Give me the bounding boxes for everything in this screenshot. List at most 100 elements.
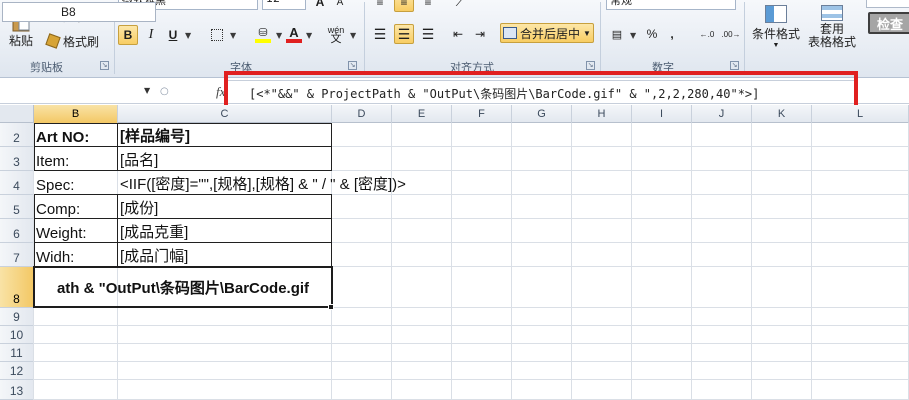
row-header-5[interactable]: 5 [0,195,34,219]
borders-button[interactable] [206,25,228,45]
conditional-format-button[interactable]: 条件格式 ▼ [748,0,804,50]
cell-b6[interactable]: Weight: [34,219,117,242]
bottom-align-button[interactable]: ≡ [418,0,438,12]
number-format-combo[interactable]: 常规 [606,0,736,10]
row-header-9[interactable]: 9 [0,308,34,326]
column-header-l[interactable]: L [812,105,909,123]
accounting-format-button[interactable]: ▤ [606,24,628,44]
row-header-6[interactable]: 6 [0,219,34,243]
column-header-g[interactable]: G [512,105,572,123]
column-header-k[interactable]: K [752,105,812,123]
row-header-13[interactable]: 13 [0,380,34,400]
cell-b5[interactable]: Comp: [34,195,117,218]
merge-dropdown-icon: ▼ [583,28,591,38]
column-header-i[interactable]: I [632,105,692,123]
row-header-3[interactable]: 3 [0,147,34,171]
accounting-dropdown-icon[interactable]: ▼ [630,31,636,40]
decrease-decimal-button[interactable]: .00→ [720,24,742,44]
column-header-e[interactable]: E [392,105,452,123]
font-color-dropdown-icon[interactable]: ▼ [306,31,312,40]
italic-button[interactable]: I [142,25,160,45]
select-all-corner[interactable] [0,105,34,123]
font-size-combo[interactable]: 12 [262,0,306,10]
decrease-indent-button[interactable]: ⇤ [448,24,468,44]
orientation-icon: ⟋ [455,0,465,9]
formula-input[interactable]: [<*"&&" & ProjectPath & "OutPut\条码图片\Bar… [226,80,856,104]
phonetic-button[interactable]: wén 文 [324,25,348,45]
orientation-button[interactable]: ⟋ [448,0,472,12]
conditional-format-label: 条件格式 [751,27,800,41]
cell-b4[interactable]: Spec: [34,171,117,194]
insert-function-icon[interactable]: fx [216,84,225,100]
increase-decimal-button[interactable]: ←.0 [696,24,718,44]
borders-dropdown-icon[interactable]: ▼ [230,31,236,40]
cell-c6[interactable]: [成品克重] [118,219,332,242]
align-right-icon: ☰ [421,25,435,42]
column-header-h[interactable]: H [572,105,632,123]
grid-col-line [511,123,512,400]
cell-b2[interactable]: Art NO: [34,123,117,146]
format-painter-button[interactable]: 格式刷 [45,31,108,51]
name-box-dropdown-icon[interactable]: ▼ [144,86,150,95]
row-header-10[interactable]: 10 [0,326,34,344]
column-header-c[interactable]: C [118,105,332,123]
cell-b3[interactable]: Item: [34,147,117,170]
top-align-button[interactable]: ≡ [370,0,390,12]
check-cell-label: 检查 [876,16,903,32]
font-color-button[interactable]: A [284,25,304,45]
align-middle-icon: ≡ [400,0,408,9]
phonetic-char-icon: 文 [330,33,342,45]
grow-font-button[interactable]: A [312,0,328,12]
row-header-11[interactable]: 11 [0,344,34,362]
align-left-button[interactable]: ☰ [370,24,390,44]
font-launcher-icon[interactable]: ↘ [348,61,357,70]
row-header-4[interactable]: 4 [0,171,34,195]
underline-dropdown-icon[interactable]: ▼ [185,31,191,40]
clipboard-launcher-icon[interactable]: ↘ [100,61,109,70]
indent-increase-icon: ⇥ [474,27,486,41]
check-cell-style[interactable]: 检查 [868,12,909,34]
cell-c3[interactable]: [品名] [118,147,332,170]
row-header-2[interactable]: 2 [0,123,34,147]
column-header-b[interactable]: B [34,105,118,123]
phonetic-dropdown-icon[interactable]: ▼ [350,31,356,40]
bold-button[interactable]: B [118,25,138,45]
format-painter-label: 格式刷 [63,34,100,49]
underline-button[interactable]: U [164,25,182,45]
currency-icon: ▤ [611,28,623,41]
cell-c7[interactable]: [成品门幅] [118,243,332,266]
merge-center-label: 合并后居中 [520,26,581,41]
fill-handle[interactable] [328,304,334,310]
row-header-12[interactable]: 12 [0,362,34,380]
increase-indent-button[interactable]: ⇥ [470,24,490,44]
middle-align-button[interactable]: ≡ [394,0,414,12]
format-as-table-button[interactable]: 套用 表格格式 [802,0,862,50]
number-launcher-icon[interactable]: ↘ [730,61,739,70]
align-left-icon: ☰ [373,25,387,42]
formula-bar-handle-icon[interactable]: ○ [160,86,169,97]
alignment-launcher-icon[interactable]: ↘ [586,61,595,70]
column-header-f[interactable]: F [452,105,512,123]
active-cell-border [33,266,333,308]
row-header-7[interactable]: 7 [0,243,34,267]
clipboard-group-label: 剪贴板 [30,61,63,74]
name-box[interactable]: B8 [2,2,156,22]
fill-color-button[interactable]: ⛁ [252,25,274,45]
column-header-j[interactable]: J [692,105,752,123]
cell-b7[interactable]: Widh: [34,243,117,266]
cell-c5[interactable]: [成份] [118,195,332,218]
font-color-swatch [286,39,302,43]
cell-c4[interactable]: <IIF([密度]="",[规格],[规格] & " / " & [密度])> [118,171,518,194]
style-gallery-top[interactable] [866,0,909,8]
align-right-button[interactable]: ☰ [418,24,438,44]
row-header-8[interactable]: 8 [0,267,34,308]
merge-center-button[interactable]: 合并后居中 ▼ [500,23,594,43]
column-header-d[interactable]: D [332,105,392,123]
shrink-font-button[interactable]: A [332,0,348,12]
increase-decimal-icon: ←.0 [699,29,715,39]
percent-button[interactable]: % [642,24,662,44]
fill-dropdown-icon[interactable]: ▼ [276,31,282,40]
cell-c2[interactable]: [样品编号] [118,123,332,146]
align-center-button[interactable]: ☰ [394,24,414,44]
comma-button[interactable]: , [664,24,680,44]
